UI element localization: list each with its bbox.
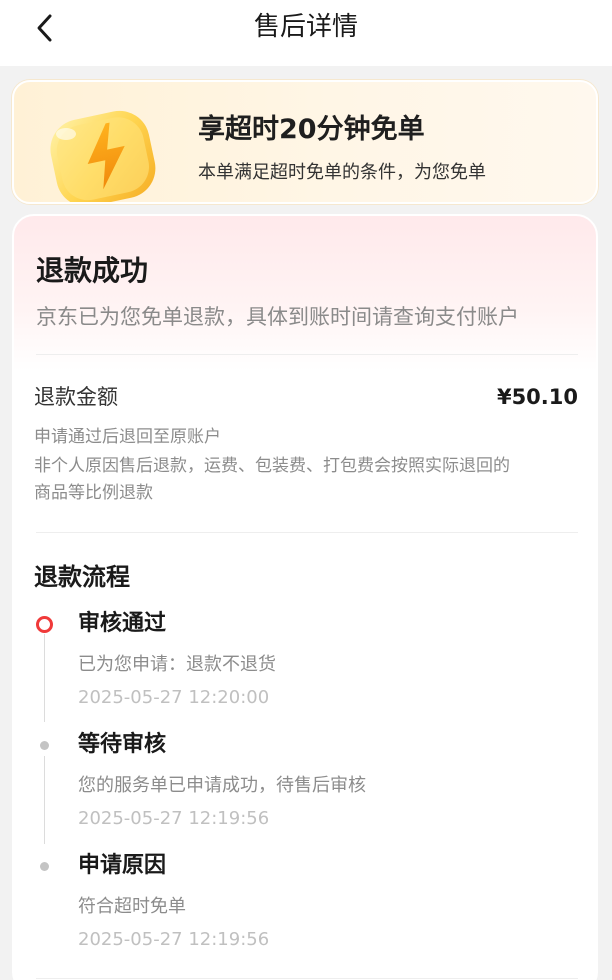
divider (36, 978, 578, 979)
step-title: 等待审核 (78, 732, 167, 757)
step-description: 符合超时免单 (78, 896, 186, 917)
step-time: 2025-05-27 12:19:56 (78, 808, 270, 829)
step-title: 审核通过 (78, 611, 167, 636)
timeline-dot-active (36, 616, 53, 633)
top-nav-bar: 售后详情 (0, 0, 612, 66)
timeline-connector (44, 756, 45, 844)
step-time: 2025-05-27 12:19:56 (78, 929, 270, 950)
step-time: 2025-05-27 12:20:00 (78, 687, 270, 708)
lightning-badge-icon (50, 110, 156, 202)
timeline-dot (40, 741, 49, 750)
refund-status-title: 退款成功 (36, 254, 149, 287)
refund-note-policy-line-1: 非个人原因售后退款，运费、包装费、打包费会按照实际退回的 (34, 456, 510, 476)
page-title: 售后详情 (253, 12, 358, 42)
refund-detail-card: 退款成功 京东已为您免单退款，具体到账时间请查询支付账户 退款金额 ¥50.10… (12, 214, 598, 980)
free-order-banner: 享超时20分钟免单 本单满足超时免单的条件，为您免单 (12, 80, 598, 204)
timeline-connector (44, 634, 45, 722)
divider (36, 354, 578, 355)
step-description: 您的服务单已申请成功，待售后审核 (78, 775, 366, 796)
refund-flow-title: 退款流程 (34, 563, 130, 591)
refund-status-description: 京东已为您免单退款，具体到账时间请查询支付账户 (36, 305, 519, 329)
refund-note-original-account: 申请通过后退回至原账户 (34, 427, 221, 447)
refund-note-policy-line-2: 商品等比例退款 (34, 483, 153, 503)
promo-subtitle: 本单满足超时免单的条件，为您免单 (198, 162, 486, 183)
refund-amount-label: 退款金额 (34, 385, 118, 409)
timeline-dot (40, 862, 49, 871)
refund-amount-value: ¥50.10 (496, 385, 578, 409)
divider (36, 532, 578, 533)
step-title: 申请原因 (78, 853, 167, 878)
step-description: 已为您申请：退款不退货 (78, 654, 276, 675)
promo-title: 享超时20分钟免单 (198, 114, 425, 145)
